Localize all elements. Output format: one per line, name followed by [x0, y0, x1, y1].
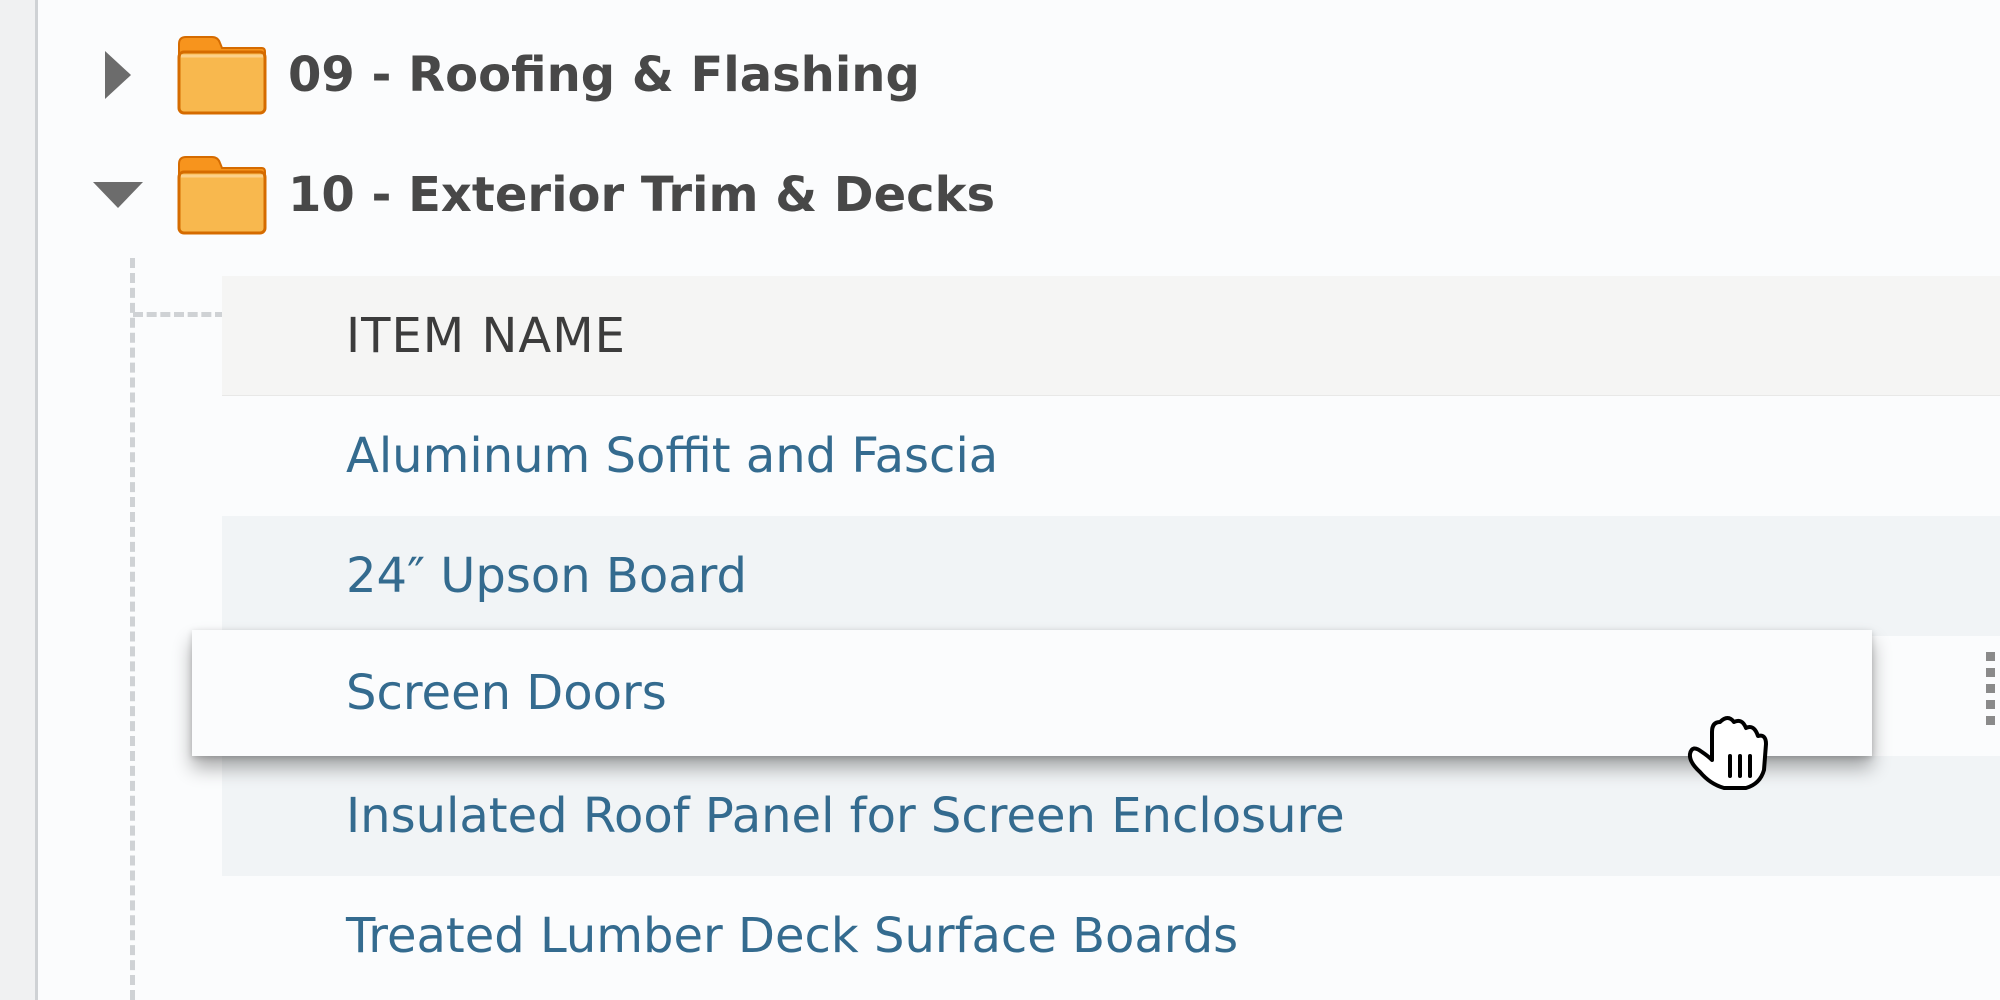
grab-hand-cursor-icon: [1680, 700, 1780, 800]
caret-right-icon[interactable]: [86, 30, 150, 120]
folder-icon: [176, 34, 268, 116]
item-name[interactable]: Aluminum Soffit and Fascia: [222, 428, 998, 484]
folder-icon: [176, 154, 268, 236]
caret-down-icon[interactable]: [86, 150, 150, 240]
item-name[interactable]: Treated Lumber Deck Surface Boards: [222, 908, 1238, 964]
drag-handle-icon[interactable]: [1982, 650, 2000, 736]
folder-row-exterior-trim-decks[interactable]: 10 - Exterior Trim & Decks: [93, 150, 996, 240]
table-row[interactable]: Treated Lumber Deck Surface Boards: [222, 876, 2000, 996]
item-name[interactable]: Insulated Roof Panel for Screen Enclosur…: [222, 788, 1345, 844]
table-row[interactable]: Aluminum Soffit and Fascia: [222, 396, 2000, 516]
folder-row-roofing-flashing[interactable]: 09 - Roofing & Flashing: [98, 30, 920, 120]
dragged-table-row[interactable]: Screen Doors: [192, 630, 1995, 756]
folder-label: 09 - Roofing & Flashing: [288, 47, 920, 103]
tree-connector-vertical: [130, 258, 135, 1000]
left-gutter: [0, 0, 38, 1000]
table-header: ITEM NAME: [222, 276, 2000, 396]
item-name[interactable]: Screen Doors: [192, 665, 667, 721]
tree-connector-horizontal: [133, 312, 225, 317]
folder-label: 10 - Exterior Trim & Decks: [288, 167, 996, 223]
table-row[interactable]: 24″ Upson Board: [222, 516, 2000, 636]
column-header-item-name[interactable]: ITEM NAME: [222, 308, 626, 364]
item-name[interactable]: 24″ Upson Board: [222, 548, 747, 604]
